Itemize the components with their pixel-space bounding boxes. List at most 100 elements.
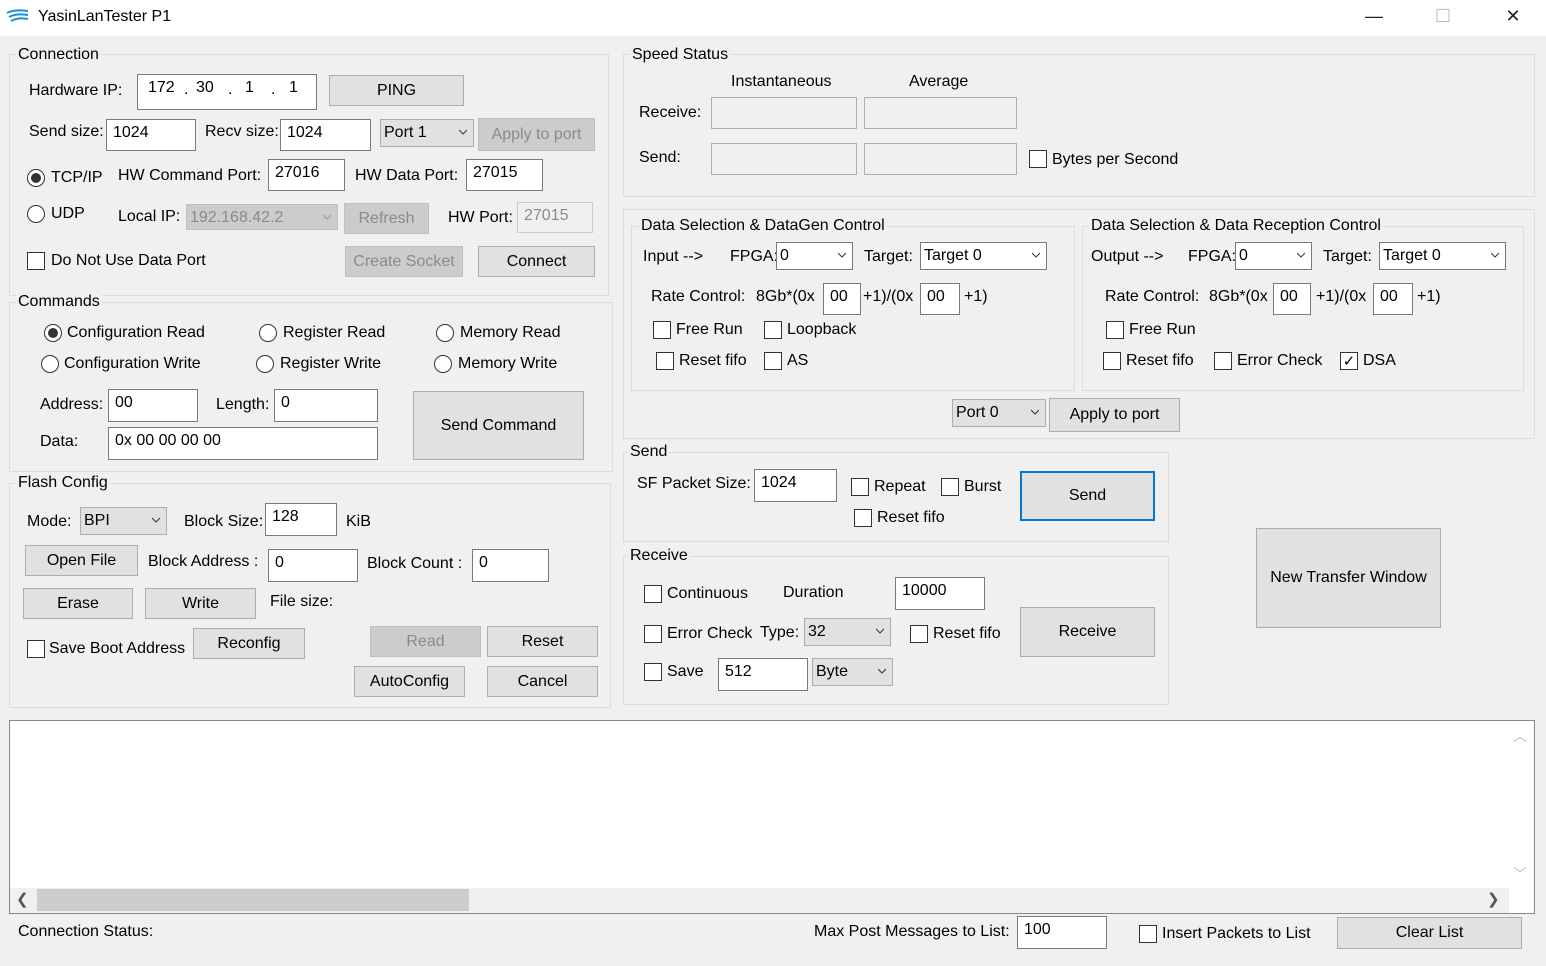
udp-label[interactable]: UDP (51, 204, 85, 224)
reception-free-run-checkbox[interactable] (1106, 321, 1124, 339)
reception-fpga-select[interactable]: 0 (1235, 242, 1312, 270)
hw-data-port-input[interactable]: 27015 (466, 159, 543, 191)
send-reset-fifo-checkbox[interactable] (854, 509, 872, 527)
read-button[interactable]: Read (370, 626, 481, 657)
ip-octet-4[interactable]: 1 (289, 78, 298, 98)
vertical-scrollbar[interactable] (1509, 721, 1534, 888)
receive-reset-fifo-label[interactable]: Reset fifo (933, 624, 1001, 644)
as-checkbox[interactable] (764, 352, 782, 370)
datagen-rate-b-input[interactable]: 00 (920, 283, 960, 315)
ip-octet-2[interactable]: 30 (196, 78, 214, 98)
datagen-free-run-checkbox[interactable] (653, 321, 671, 339)
repeat-checkbox[interactable] (851, 478, 869, 496)
local-ip-select[interactable]: 192.168.42.2 (186, 204, 338, 230)
memory-write-label[interactable]: Memory Write (458, 354, 557, 374)
apply-to-port-button[interactable]: Apply to port (478, 118, 595, 151)
loopback-label[interactable]: Loopback (787, 320, 856, 340)
connect-button[interactable]: Connect (478, 246, 595, 277)
port-select[interactable]: Port 1 (380, 119, 474, 147)
save-label[interactable]: Save (667, 662, 703, 682)
send-size-input[interactable]: 1024 (106, 119, 196, 151)
new-transfer-window-button[interactable]: New Transfer Window (1256, 528, 1441, 628)
datagen-reset-fifo-label[interactable]: Reset fifo (679, 351, 747, 371)
configuration-write-label[interactable]: Configuration Write (64, 354, 201, 374)
send-command-button[interactable]: Send Command (413, 391, 584, 460)
datagen-reset-fifo-checkbox[interactable] (656, 352, 674, 370)
erase-button[interactable]: Erase (23, 588, 133, 619)
datasel-apply-to-port-button[interactable]: Apply to port (1049, 398, 1180, 432)
save-size-input[interactable]: 512 (718, 658, 808, 691)
write-button[interactable]: Write (145, 588, 256, 619)
reconfig-button[interactable]: Reconfig (193, 628, 305, 659)
register-write-radio[interactable] (256, 355, 274, 373)
reception-reset-fifo-label[interactable]: Reset fifo (1126, 351, 1194, 371)
continuous-checkbox[interactable] (644, 585, 662, 603)
reception-error-check-label[interactable]: Error Check (1237, 351, 1322, 371)
hw-port-input[interactable]: 27015 (517, 202, 593, 233)
reception-rate-b-input[interactable]: 00 (1373, 283, 1413, 315)
bytes-per-second-label[interactable]: Bytes per Second (1052, 150, 1178, 170)
register-read-label[interactable]: Register Read (283, 323, 385, 343)
autoconfig-button[interactable]: AutoConfig (354, 666, 465, 697)
no-data-port-checkbox[interactable] (27, 252, 45, 270)
configuration-write-radio[interactable] (41, 355, 59, 373)
bytes-per-second-checkbox[interactable] (1029, 150, 1047, 168)
mode-select[interactable]: BPI (80, 507, 167, 535)
refresh-button[interactable]: Refresh (344, 203, 429, 234)
burst-label[interactable]: Burst (964, 477, 1001, 497)
clear-list-button[interactable]: Clear List (1337, 917, 1522, 949)
scroll-right-icon[interactable]: ❯ (1487, 890, 1500, 908)
tcp-ip-label[interactable]: TCP/IP (51, 168, 103, 188)
unit-select[interactable]: Byte (812, 658, 893, 686)
length-input[interactable]: 0 (274, 389, 378, 422)
dsa-label[interactable]: DSA (1363, 351, 1396, 371)
send-button[interactable]: Send (1020, 471, 1155, 521)
receive-error-check-label[interactable]: Error Check (667, 624, 752, 644)
memory-read-radio[interactable] (436, 324, 454, 342)
datasel-port-select[interactable]: Port 0 (952, 399, 1046, 427)
register-write-label[interactable]: Register Write (280, 354, 381, 374)
receive-button[interactable]: Receive (1020, 607, 1155, 657)
datagen-rate-a-input[interactable]: 00 (823, 283, 861, 315)
block-address-input[interactable]: 0 (268, 549, 358, 582)
max-post-messages-input[interactable]: 100 (1017, 916, 1107, 949)
create-socket-button[interactable]: Create Socket (345, 246, 463, 277)
address-input[interactable]: 00 (108, 389, 198, 422)
receive-error-check-checkbox[interactable] (644, 625, 662, 643)
configuration-read-radio[interactable] (44, 324, 62, 342)
as-label[interactable]: AS (787, 351, 808, 371)
loopback-checkbox[interactable] (764, 321, 782, 339)
cancel-button[interactable]: Cancel (487, 666, 598, 697)
recv-size-input[interactable]: 1024 (280, 119, 371, 151)
no-data-port-label[interactable]: Do Not Use Data Port (51, 251, 206, 271)
register-read-radio[interactable] (259, 324, 277, 342)
scroll-up-icon[interactable]: ︿ (1513, 726, 1527, 746)
memory-read-label[interactable]: Memory Read (460, 323, 560, 343)
ping-button[interactable]: PING (329, 75, 464, 106)
repeat-label[interactable]: Repeat (874, 477, 926, 497)
datagen-fpga-select[interactable]: 0 (776, 242, 853, 270)
memory-write-radio[interactable] (434, 355, 452, 373)
reset-button[interactable]: Reset (487, 626, 598, 657)
hw-command-port-input[interactable]: 27016 (268, 159, 345, 191)
scroll-left-icon[interactable]: ❮ (16, 890, 29, 908)
reception-rate-a-input[interactable]: 00 (1273, 283, 1311, 315)
udp-radio[interactable] (27, 205, 45, 223)
duration-input[interactable]: 10000 (895, 577, 985, 610)
insert-packets-label[interactable]: Insert Packets to List (1162, 924, 1311, 944)
message-list[interactable] (9, 720, 1535, 914)
reception-reset-fifo-checkbox[interactable] (1103, 352, 1121, 370)
continuous-label[interactable]: Continuous (667, 584, 748, 604)
block-count-input[interactable]: 0 (472, 549, 549, 582)
save-checkbox[interactable] (644, 663, 662, 681)
configuration-read-label[interactable]: Configuration Read (67, 323, 205, 343)
receive-reset-fifo-checkbox[interactable] (910, 625, 928, 643)
minimize-button[interactable]: — (1351, 0, 1397, 32)
send-reset-fifo-label[interactable]: Reset fifo (877, 508, 945, 528)
maximize-button[interactable]: ☐ (1420, 0, 1466, 32)
reception-target-select[interactable]: Target 0 (1379, 242, 1506, 270)
datagen-free-run-label[interactable]: Free Run (676, 320, 743, 340)
reception-error-check-checkbox[interactable] (1214, 352, 1232, 370)
ip-octet-3[interactable]: 1 (245, 78, 254, 98)
sf-packet-size-input[interactable]: 1024 (754, 469, 837, 502)
